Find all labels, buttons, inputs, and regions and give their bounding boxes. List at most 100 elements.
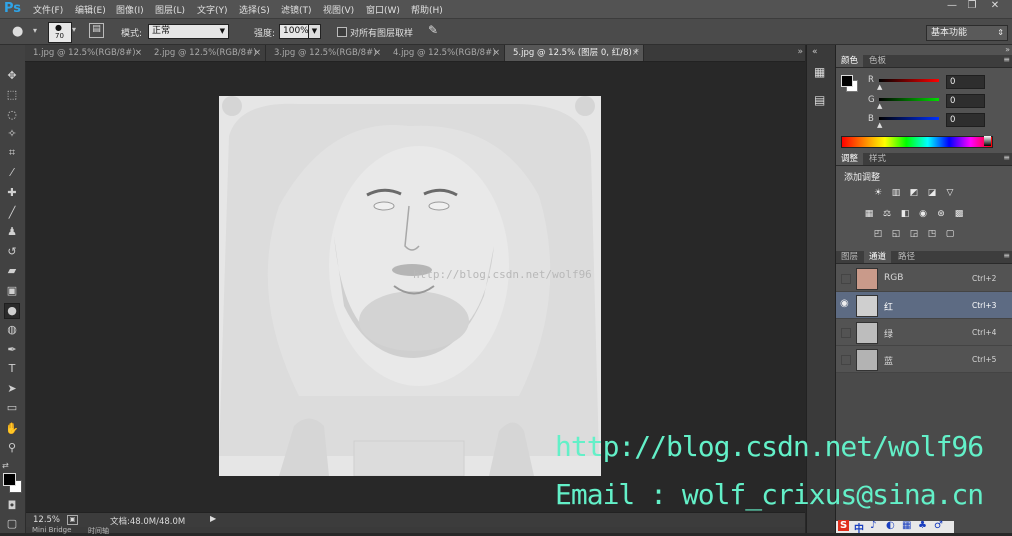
crop-tool-icon[interactable]: ⌗ bbox=[5, 146, 19, 160]
tab-color[interactable]: 颜色 bbox=[836, 55, 864, 67]
menu-file[interactable]: 文件(F) bbox=[33, 3, 63, 16]
vibrance-icon[interactable]: ▽ bbox=[944, 188, 956, 199]
ime-fullwidth-icon[interactable]: ◐ bbox=[886, 520, 895, 531]
tab-channels[interactable]: 通道 bbox=[864, 251, 892, 263]
eyedropper-tool-icon[interactable]: ⁄ bbox=[5, 166, 19, 180]
menu-image[interactable]: 图像(I) bbox=[116, 3, 144, 16]
invert-icon[interactable]: ◰ bbox=[872, 229, 884, 240]
brightness-icon[interactable]: ☀ bbox=[872, 188, 884, 199]
menu-view[interactable]: 视图(V) bbox=[323, 3, 354, 16]
tab-swatches[interactable]: 色板 bbox=[864, 55, 891, 67]
r-value-input[interactable]: 0 bbox=[946, 75, 985, 89]
panel-collapse-icon[interactable]: » bbox=[1005, 45, 1010, 54]
threshold-icon[interactable]: ◲ bbox=[908, 229, 920, 240]
close-tab-icon[interactable]: × bbox=[135, 45, 142, 61]
tabs-overflow-icon[interactable]: » bbox=[797, 47, 803, 57]
b-slider-handle-icon[interactable]: ▲ bbox=[877, 121, 882, 129]
strength-input[interactable]: 100% bbox=[279, 24, 310, 39]
black-white-icon[interactable]: ◧ bbox=[899, 209, 911, 220]
status-info-icon[interactable]: ▣ bbox=[67, 515, 78, 525]
blur-tool-icon[interactable]: ● bbox=[4, 303, 20, 319]
g-value-input[interactable]: 0 bbox=[946, 94, 985, 108]
properties-panel-icon[interactable]: ▤ bbox=[814, 93, 825, 107]
shape-tool-icon[interactable]: ▭ bbox=[5, 401, 19, 415]
marquee-tool-icon[interactable]: ⬚ bbox=[5, 88, 19, 102]
visibility-toggle[interactable] bbox=[841, 328, 851, 338]
zoom-tool-icon[interactable]: ⚲ bbox=[5, 441, 19, 455]
r-slider-handle-icon[interactable]: ▲ bbox=[877, 83, 882, 91]
channel-row-green[interactable]: 绿 Ctrl+4 bbox=[836, 319, 1012, 346]
foreground-color-swatch-top[interactable] bbox=[3, 473, 16, 486]
quick-select-tool-icon[interactable]: ✧ bbox=[5, 127, 19, 141]
sogou-logo-icon[interactable]: S bbox=[838, 520, 850, 531]
posterize-icon[interactable]: ◱ bbox=[890, 229, 902, 240]
photo-filter-icon[interactable]: ◉ bbox=[917, 209, 929, 220]
tab-document-1[interactable]: 1.jpg @ 12.5%(RGB/8#) × bbox=[25, 45, 147, 61]
g-slider[interactable] bbox=[879, 98, 939, 101]
tab-document-3[interactable]: 3.jpg @ 12.5%(RGB/8#) × bbox=[266, 45, 386, 61]
color-lookup-icon[interactable]: ▩ bbox=[953, 209, 965, 220]
menu-filter[interactable]: 滤镜(T) bbox=[281, 3, 312, 16]
brush-panel-icon[interactable]: ▤ bbox=[89, 23, 104, 38]
tab-document-5[interactable]: 5.jpg @ 12.5% (图层 0, 红/8) * × bbox=[505, 45, 644, 61]
ime-keyboard-icon[interactable]: ▦ bbox=[902, 520, 911, 531]
history-brush-tool-icon[interactable]: ↺ bbox=[5, 245, 19, 259]
menu-type[interactable]: 文字(Y) bbox=[197, 3, 228, 16]
tab-adjustments[interactable]: 调整 bbox=[836, 153, 864, 165]
minimize-button[interactable]: — bbox=[942, 0, 962, 14]
swap-colors-icon[interactable]: ⇄ bbox=[2, 461, 9, 470]
g-slider-handle-icon[interactable]: ▲ bbox=[877, 102, 882, 110]
tab-timeline[interactable]: 时间轴 bbox=[88, 526, 109, 536]
move-tool-icon[interactable]: ✥ bbox=[5, 69, 19, 83]
menu-window[interactable]: 窗口(W) bbox=[366, 3, 400, 16]
b-slider[interactable] bbox=[879, 117, 939, 120]
ime-punctuation-icon[interactable]: ♪ bbox=[870, 520, 876, 531]
channel-mixer-icon[interactable]: ⊛ bbox=[935, 209, 947, 220]
close-tab-icon[interactable]: × bbox=[254, 45, 261, 61]
gradient-tool-icon[interactable]: ▣ bbox=[5, 284, 19, 298]
path-select-tool-icon[interactable]: ➤ bbox=[5, 382, 19, 396]
dodge-tool-icon[interactable]: ◍ bbox=[5, 323, 19, 337]
curves-icon[interactable]: ◩ bbox=[908, 188, 920, 199]
panel-menu-icon[interactable]: ≡ bbox=[1003, 55, 1010, 64]
gradient-map-icon[interactable]: ◳ bbox=[926, 229, 938, 240]
blur-tool-icon[interactable]: ● bbox=[12, 24, 23, 39]
r-slider[interactable] bbox=[879, 79, 939, 82]
ime-tools-icon[interactable]: ♂ bbox=[934, 520, 943, 531]
tab-document-2[interactable]: 2.jpg @ 12.5%(RGB/8#) × bbox=[146, 45, 266, 61]
channel-row-blue[interactable]: 蓝 Ctrl+5 bbox=[836, 346, 1012, 373]
b-value-input[interactable]: 0 bbox=[946, 113, 985, 127]
selective-color-icon[interactable]: ▢ bbox=[944, 229, 956, 240]
document-canvas[interactable]: http://blog.csdn.net/wolf96 bbox=[219, 96, 601, 476]
channel-row-rgb[interactable]: RGB Ctrl+2 bbox=[836, 265, 1012, 292]
strength-dropdown-icon[interactable]: ▼ bbox=[308, 24, 321, 39]
lasso-tool-icon[interactable]: ◌ bbox=[5, 108, 19, 122]
menu-layer[interactable]: 图层(L) bbox=[155, 3, 185, 16]
mode-select[interactable]: 正常 ▼ bbox=[148, 24, 229, 39]
tab-layers[interactable]: 图层 bbox=[836, 251, 863, 263]
foreground-color-swatch[interactable] bbox=[841, 75, 853, 87]
pressure-pen-icon[interactable]: ✎ bbox=[428, 23, 438, 37]
tab-paths[interactable]: 路径 bbox=[893, 251, 920, 263]
panel-menu-icon[interactable]: ≡ bbox=[1003, 251, 1010, 260]
quick-mask-icon[interactable]: ◘ bbox=[5, 499, 19, 513]
workspace-select[interactable]: 基本功能 ⇕ bbox=[926, 25, 1008, 41]
menu-edit[interactable]: 编辑(E) bbox=[75, 3, 106, 16]
collapse-arrow-icon[interactable]: « bbox=[812, 47, 818, 57]
brush-tool-icon[interactable]: ╱ bbox=[5, 206, 19, 220]
close-tab-icon[interactable]: × bbox=[493, 45, 500, 61]
visibility-toggle[interactable] bbox=[841, 274, 851, 284]
maximize-button[interactable]: ❐ bbox=[962, 0, 982, 14]
brush-size-preview[interactable]: ● 70 bbox=[48, 22, 72, 43]
history-panel-icon[interactable]: ▦ bbox=[814, 65, 825, 79]
tool-preset-arrow-icon[interactable]: ▾ bbox=[33, 26, 37, 35]
stamp-tool-icon[interactable]: ♟ bbox=[5, 225, 19, 239]
hue-saturation-icon[interactable]: ▦ bbox=[863, 209, 875, 220]
pen-tool-icon[interactable]: ✒ bbox=[5, 343, 19, 357]
color-balance-icon[interactable]: ⚖ bbox=[881, 209, 893, 220]
ime-skin-icon[interactable]: ♣ bbox=[918, 520, 927, 531]
sample-all-checkbox[interactable] bbox=[337, 27, 347, 37]
menu-select[interactable]: 选择(S) bbox=[239, 3, 270, 16]
tab-styles[interactable]: 样式 bbox=[864, 153, 891, 165]
channel-row-red[interactable]: ◉ 红 Ctrl+3 bbox=[836, 292, 1012, 319]
